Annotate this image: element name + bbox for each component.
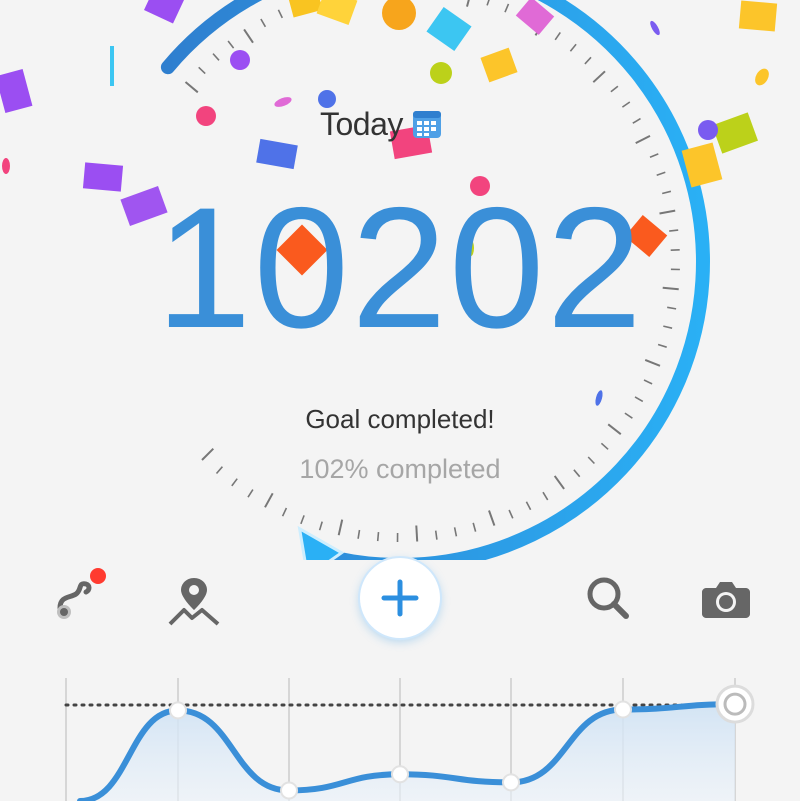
gauge-tick [260,18,267,28]
chart-point[interactable] [502,773,520,792]
plus-icon [381,579,419,617]
gauge-tick [569,43,577,52]
goal-percent-text: 102% completed [299,454,501,484]
gauge-tick [318,521,323,531]
gauge-tick [357,529,361,539]
confetti-piece [110,46,114,86]
gauge-tick [610,85,619,93]
search-button[interactable] [576,566,640,630]
confetti-piece [430,62,452,84]
gauge-tick [600,442,609,450]
gauge-tick [277,9,284,19]
current-day-marker-inner [723,692,747,716]
gauge-tick [592,70,606,83]
chart-point[interactable] [280,781,298,800]
confetti-piece [698,120,718,140]
arc-pointer-icon [297,525,345,560]
gauge-tick [247,489,254,498]
confetti-piece [196,106,216,126]
gauge-tick [281,507,288,517]
location-pin-icon [168,578,220,626]
gauge-tick [656,171,666,176]
gauge-tick [212,53,220,61]
step-counter-screen: Today 10202 Goal completed! 102% complet… [0,0,800,801]
gauge-tick [453,527,458,537]
chart-point[interactable] [169,701,187,720]
gauge-tick [434,530,438,540]
gauge-tick [649,153,659,159]
gauge-tick [634,396,644,403]
step-count: 10202 [155,172,645,364]
gauge-tick [227,40,235,49]
add-button[interactable] [360,558,440,638]
chart-point[interactable] [614,700,632,719]
gauge-tick [504,3,510,13]
gauge-tick [584,56,592,65]
notification-badge [90,568,106,584]
gauge-tick [300,515,305,525]
search-icon [587,577,629,619]
gauge-tick [466,0,470,7]
confetti-piece [230,50,250,70]
location-button[interactable] [162,566,226,630]
gauge-tick [198,66,206,75]
gauge-tick [508,509,514,519]
gauge-tick [243,28,254,44]
gauge-tick [415,525,419,542]
gauge-tick [643,379,653,385]
route-button[interactable] [44,566,108,630]
gauge-tick [264,492,274,508]
gauge-tick [488,510,496,526]
gauge-tick [337,519,344,536]
gauge-tick [635,135,651,144]
calendar-icon[interactable] [411,108,443,140]
goal-status-text: Goal completed! [305,404,495,434]
gauge-tick [472,522,477,532]
camera-button[interactable] [694,566,758,630]
step-trend-chart [64,678,755,801]
gauge-tick [554,31,561,41]
gauge-tick [486,0,490,6]
gauge-tick [644,358,661,367]
confetti-piece [738,0,778,32]
today-row[interactable]: Today [320,104,443,144]
gauge-tick [376,532,380,542]
gauge-tick [184,81,199,94]
confetti-piece [2,158,10,174]
gauge-tick [542,491,549,501]
chart-point[interactable] [391,765,409,784]
camera-icon [702,582,750,618]
today-label: Today [320,105,403,142]
gauge-tick [632,117,641,124]
gauge-tick [525,501,532,511]
gauge-tick [621,101,631,108]
